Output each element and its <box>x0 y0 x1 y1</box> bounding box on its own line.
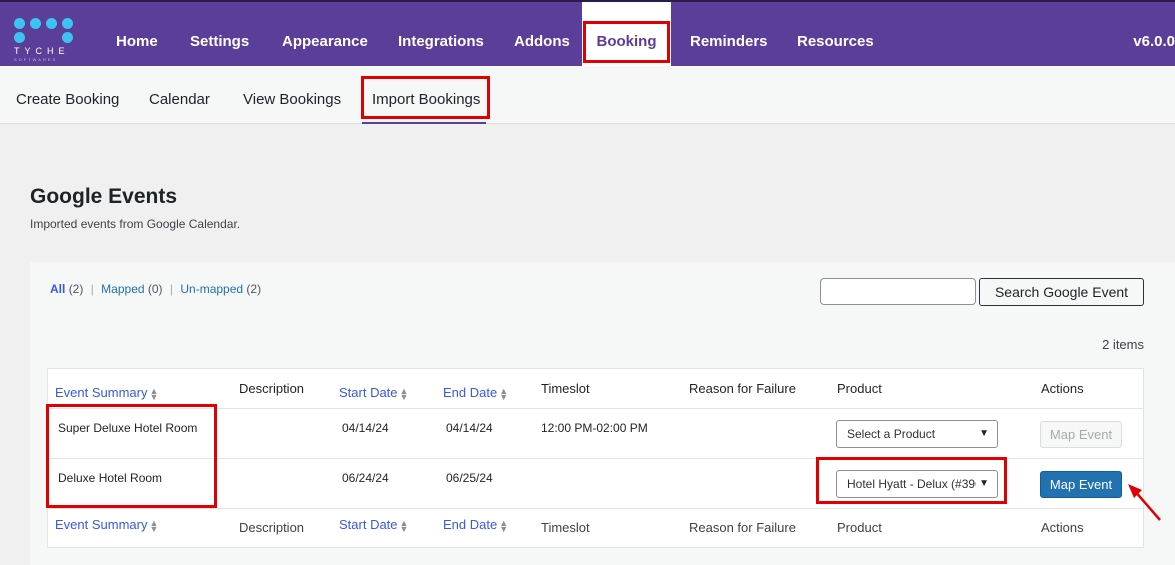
logo-word: TYCHE <box>14 46 70 56</box>
row1-end-date: 04/14/24 <box>446 421 493 435</box>
tyche-logo[interactable]: TYCHE SOFTWARES <box>14 18 80 62</box>
nav-appearance[interactable]: Appearance <box>282 2 368 66</box>
col-actions: Actions <box>1041 381 1084 396</box>
foot-col-event-summary[interactable]: Event Summary ▲ ▼ <box>55 517 159 534</box>
sort-arrows-icon: ▲ ▼ <box>149 517 159 534</box>
page-description: Imported events from Google Calendar. <box>30 217 241 231</box>
subnav-create-booking[interactable]: Create Booking <box>16 91 119 108</box>
nav-reminders[interactable]: Reminders <box>690 2 768 66</box>
caret-down-icon: ▼ <box>976 421 989 447</box>
nav-home[interactable]: Home <box>116 2 158 66</box>
foot-col-timeslot: Timeslot <box>541 520 590 535</box>
sort-arrows-icon: ▲ ▼ <box>499 517 509 534</box>
foot-col-product: Product <box>837 520 882 535</box>
foot-col-actions: Actions <box>1041 520 1084 535</box>
foot-col-start-date[interactable]: Start Date ▲ ▼ <box>339 517 409 534</box>
subnav-view-bookings[interactable]: View Bookings <box>243 91 341 108</box>
search-google-event-button[interactable]: Search Google Event <box>979 278 1144 306</box>
foot-col-reason-for-failure: Reason for Failure <box>689 520 796 535</box>
filter-links: All (2) | Mapped (0) | Un-mapped (2) <box>50 282 262 296</box>
foot-col-description: Description <box>239 520 305 535</box>
item-count: 2 items <box>1102 337 1144 352</box>
search-input[interactable] <box>820 278 976 305</box>
sort-arrows-icon: ▲ ▼ <box>499 385 509 402</box>
nav-resources[interactable]: Resources <box>797 2 874 66</box>
sort-arrows-icon: ▲ ▼ <box>399 517 409 534</box>
foot-col-end-date[interactable]: End Date ▲ ▼ <box>443 517 509 534</box>
nav-settings[interactable]: Settings <box>190 2 249 66</box>
highlight-product-select <box>816 457 1007 504</box>
filter-all[interactable]: All (2) <box>50 282 83 296</box>
sort-arrows-icon: ▲ ▼ <box>149 385 159 402</box>
row1-product-select[interactable]: Select a Product ▼ <box>836 420 998 448</box>
col-event-summary[interactable]: Event Summary ▲ ▼ <box>55 385 159 402</box>
nav-addons[interactable]: Addons <box>514 2 570 66</box>
nav-integrations[interactable]: Integrations <box>398 2 484 66</box>
filter-mapped[interactable]: Mapped (0) <box>101 282 162 296</box>
col-reason-for-failure: Reason for Failure <box>689 381 796 396</box>
highlight-booking <box>583 21 670 63</box>
sort-arrows-icon: ▲ ▼ <box>399 385 409 402</box>
logo-dots-icon <box>14 18 80 29</box>
filter-unmapped[interactable]: Un-mapped (2) <box>180 282 261 296</box>
row2-map-event-button[interactable]: Map Event <box>1040 471 1122 498</box>
row2-end-date: 06/25/24 <box>446 471 493 485</box>
highlight-event-summaries <box>46 404 217 508</box>
col-start-date[interactable]: Start Date ▲ ▼ <box>339 385 409 402</box>
logo-subtitle: SOFTWARES <box>14 57 58 62</box>
col-end-date[interactable]: End Date ▲ ▼ <box>443 385 509 402</box>
active-tab-underline <box>362 122 486 124</box>
row1-map-event-button[interactable]: Map Event <box>1040 421 1122 448</box>
subnav-calendar[interactable]: Calendar <box>149 91 210 108</box>
col-product: Product <box>837 381 882 396</box>
page-title: Google Events <box>30 185 178 208</box>
col-description: Description <box>239 381 305 396</box>
sub-nav: Create Booking Calendar View Bookings Im… <box>0 66 1175 124</box>
highlight-import-bookings <box>361 76 490 119</box>
row1-timeslot: 12:00 PM-02:00 PM <box>541 421 648 435</box>
red-arrow-icon <box>1128 484 1161 521</box>
version-label: v6.0.0 <box>1133 33 1175 50</box>
col-timeslot: Timeslot <box>541 381 590 396</box>
row2-start-date: 06/24/24 <box>342 471 389 485</box>
row1-start-date: 04/14/24 <box>342 421 389 435</box>
